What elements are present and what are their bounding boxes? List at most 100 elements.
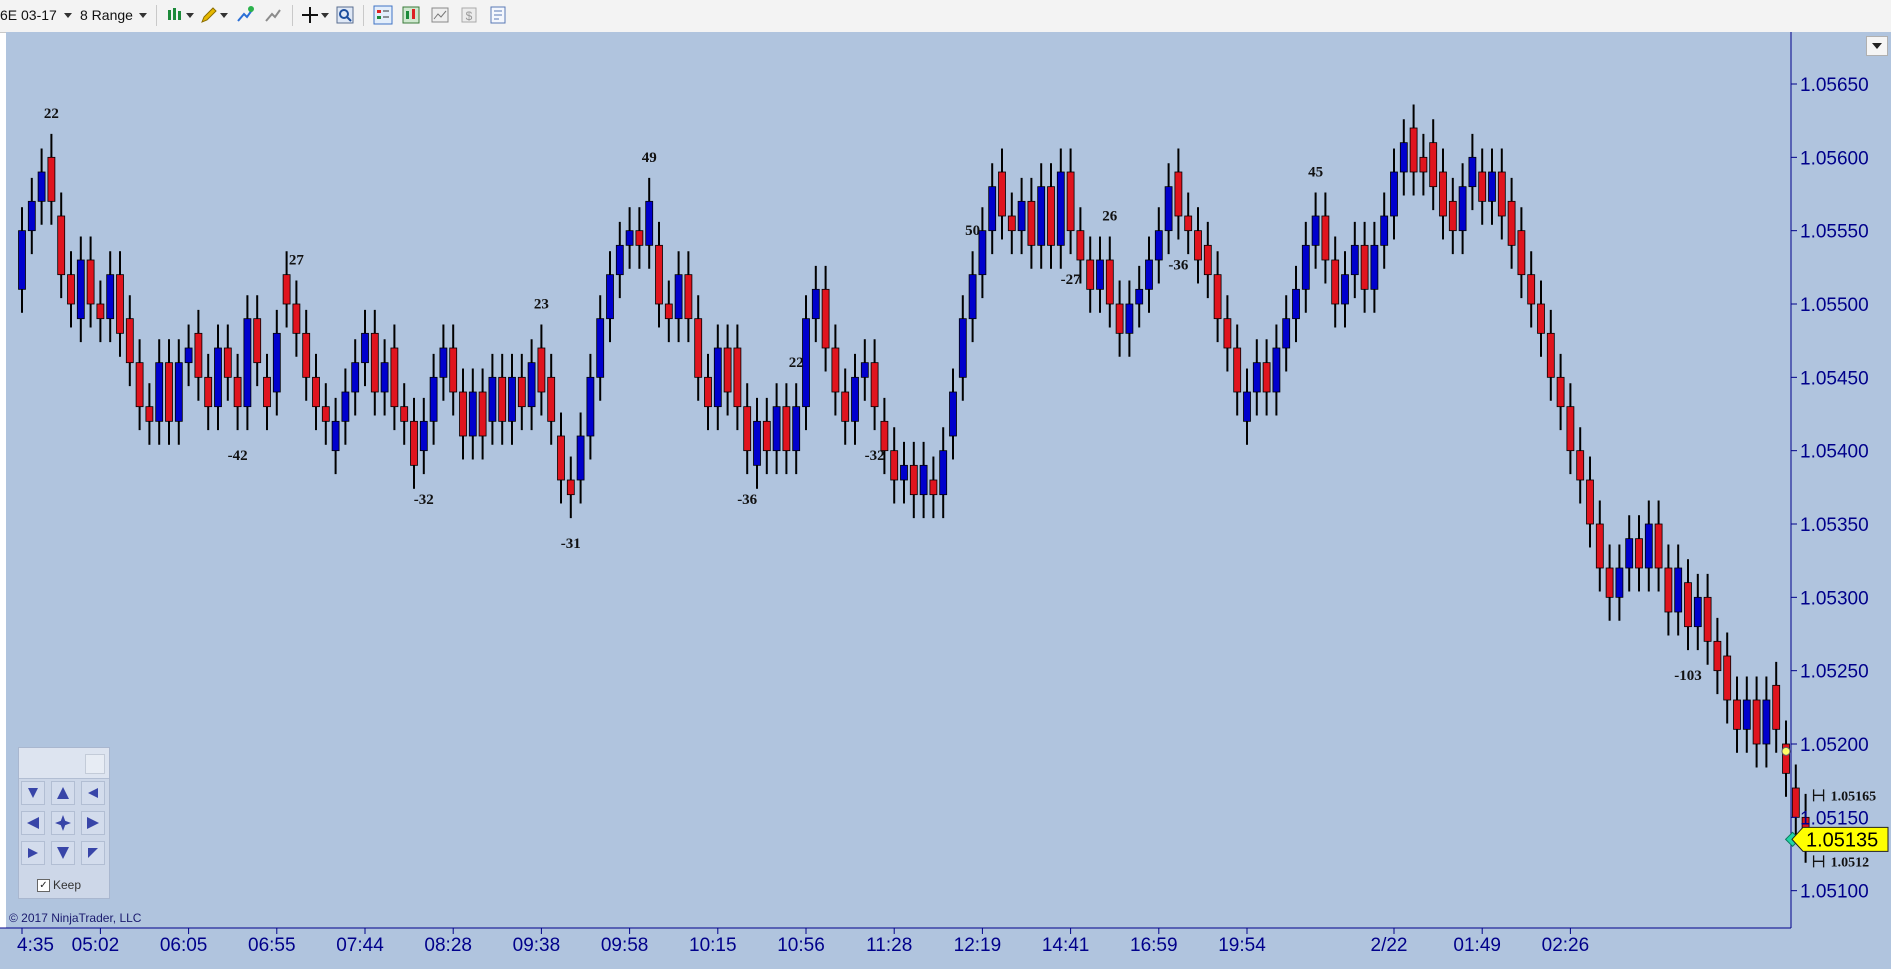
chart-panel-menu-button[interactable]: [1866, 36, 1888, 56]
properties-icon[interactable]: [488, 5, 508, 25]
price-tick-label: 1.05200: [1800, 735, 1869, 756]
pan-left-button[interactable]: [21, 811, 45, 835]
candle-body: [1233, 347, 1242, 393]
candle-body: [988, 186, 997, 232]
candle-body: [1037, 186, 1046, 246]
candle-body: [684, 274, 693, 320]
candle-body: [576, 435, 585, 481]
swing-label: 22: [44, 106, 59, 122]
candle-body: [1664, 567, 1673, 613]
swing-label: -32: [414, 492, 434, 508]
price-chart[interactable]: 22 -42 27 -32 23 -31 49 -36 22 -32 50 -27 26 -36 45 -10…: [0, 32, 1891, 969]
pan-up-right-button[interactable]: [81, 781, 105, 805]
candle-body: [1576, 450, 1585, 481]
crosshair-chevron-down-icon[interactable]: [321, 13, 329, 18]
candle-body: [1213, 274, 1222, 320]
pan-down-left-button[interactable]: [21, 841, 45, 865]
pan-up-left-button[interactable]: [21, 781, 45, 805]
candle-body: [1311, 215, 1320, 246]
crosshair-icon[interactable]: [300, 5, 320, 25]
toolbar-divider: [156, 5, 157, 26]
candle-body: [223, 347, 232, 378]
bar-type-selector[interactable]: 8 Range: [80, 7, 133, 23]
navigator-keep-checkbox[interactable]: ✓ Keep: [37, 878, 81, 892]
candle-body: [478, 391, 487, 437]
candle-body: [821, 288, 830, 349]
candle-body: [517, 376, 526, 408]
pan-up-button[interactable]: [51, 781, 75, 805]
bar-type-chevron-down-icon[interactable]: [139, 13, 147, 18]
arrow-down-right-icon: [28, 788, 38, 798]
candle-body: [919, 464, 928, 496]
candle-body: [292, 303, 301, 334]
candle-body: [949, 391, 957, 437]
candle-body: [1115, 303, 1124, 334]
data-box-icon[interactable]: [401, 5, 421, 25]
candle-body: [1184, 215, 1193, 232]
price-tick-label: 1.05300: [1800, 588, 1869, 609]
candle-body: [1654, 523, 1663, 569]
candle-body: [429, 376, 438, 422]
candle-body: [1733, 699, 1741, 730]
candle-body: [674, 274, 683, 320]
pan-center-button[interactable]: [51, 811, 75, 835]
chart-trader-icon[interactable]: [373, 5, 393, 25]
candle-body: [566, 479, 575, 496]
dollar-icon[interactable]: $: [459, 5, 479, 25]
candle-body: [968, 274, 977, 320]
bar-style-icon[interactable]: [165, 5, 185, 25]
candle-body: [1350, 244, 1359, 276]
pan-right-button[interactable]: [81, 811, 105, 835]
price-tick-label: 1.05500: [1800, 295, 1869, 316]
time-tick-label: 10:56: [777, 935, 825, 956]
candle-body: [1096, 259, 1104, 290]
bar-style-chevron-down-icon[interactable]: [186, 13, 194, 18]
candle-body: [1252, 362, 1261, 393]
time-tick-label: 4:35: [17, 935, 54, 956]
candle-body: [635, 230, 644, 246]
time-tick-label: 09:38: [513, 935, 561, 956]
candle-body: [184, 347, 193, 364]
navigator-close-button[interactable]: [85, 754, 105, 774]
candle-body: [321, 406, 330, 422]
zoom-icon[interactable]: [335, 5, 355, 25]
instrument-chevron-down-icon[interactable]: [64, 13, 72, 18]
candle-body: [263, 376, 271, 408]
instrument-selector[interactable]: 6E 03-17: [0, 7, 57, 23]
price-tick-label: 1.05250: [1800, 662, 1869, 683]
templates-icon[interactable]: [430, 5, 450, 25]
svg-text:$: $: [466, 9, 473, 23]
swing-label: 50: [965, 223, 980, 239]
pan-down-button[interactable]: [51, 841, 75, 865]
candle-body: [615, 244, 624, 276]
candle-body: [1752, 699, 1761, 745]
candle-body: [1301, 244, 1310, 290]
time-tick-label: 10:15: [689, 935, 737, 956]
candle-body: [1742, 699, 1751, 730]
candle-body: [1370, 244, 1379, 290]
candle-body: [1409, 127, 1418, 173]
candle-body: [204, 376, 213, 408]
pan-down-right-button[interactable]: [81, 841, 105, 865]
arrow-up-icon: [57, 787, 69, 799]
drawing-tools-chevron-down-icon[interactable]: [220, 13, 228, 18]
strategies-icon[interactable]: [263, 5, 283, 25]
candle-body: [880, 420, 889, 452]
candle-body: [890, 450, 899, 481]
current-price-marker: 1.05135: [1791, 826, 1889, 852]
candle-body: [253, 318, 262, 364]
candle-body: [547, 376, 556, 422]
candle-body: [498, 376, 507, 422]
candle-body: [155, 362, 164, 422]
candle-body: [439, 347, 448, 378]
time-tick-label: 14:41: [1042, 935, 1090, 956]
navigator-header[interactable]: [19, 748, 109, 779]
candle-body: [1723, 655, 1732, 701]
add-indicator-icon[interactable]: [235, 5, 255, 25]
drawing-tools-icon[interactable]: [199, 5, 219, 25]
checkbox-icon[interactable]: ✓: [37, 878, 50, 892]
candle-body: [1448, 200, 1457, 232]
swing-label: -27: [1061, 272, 1081, 288]
candle-body: [1605, 567, 1614, 598]
arrow-up-left-icon: [88, 788, 98, 798]
